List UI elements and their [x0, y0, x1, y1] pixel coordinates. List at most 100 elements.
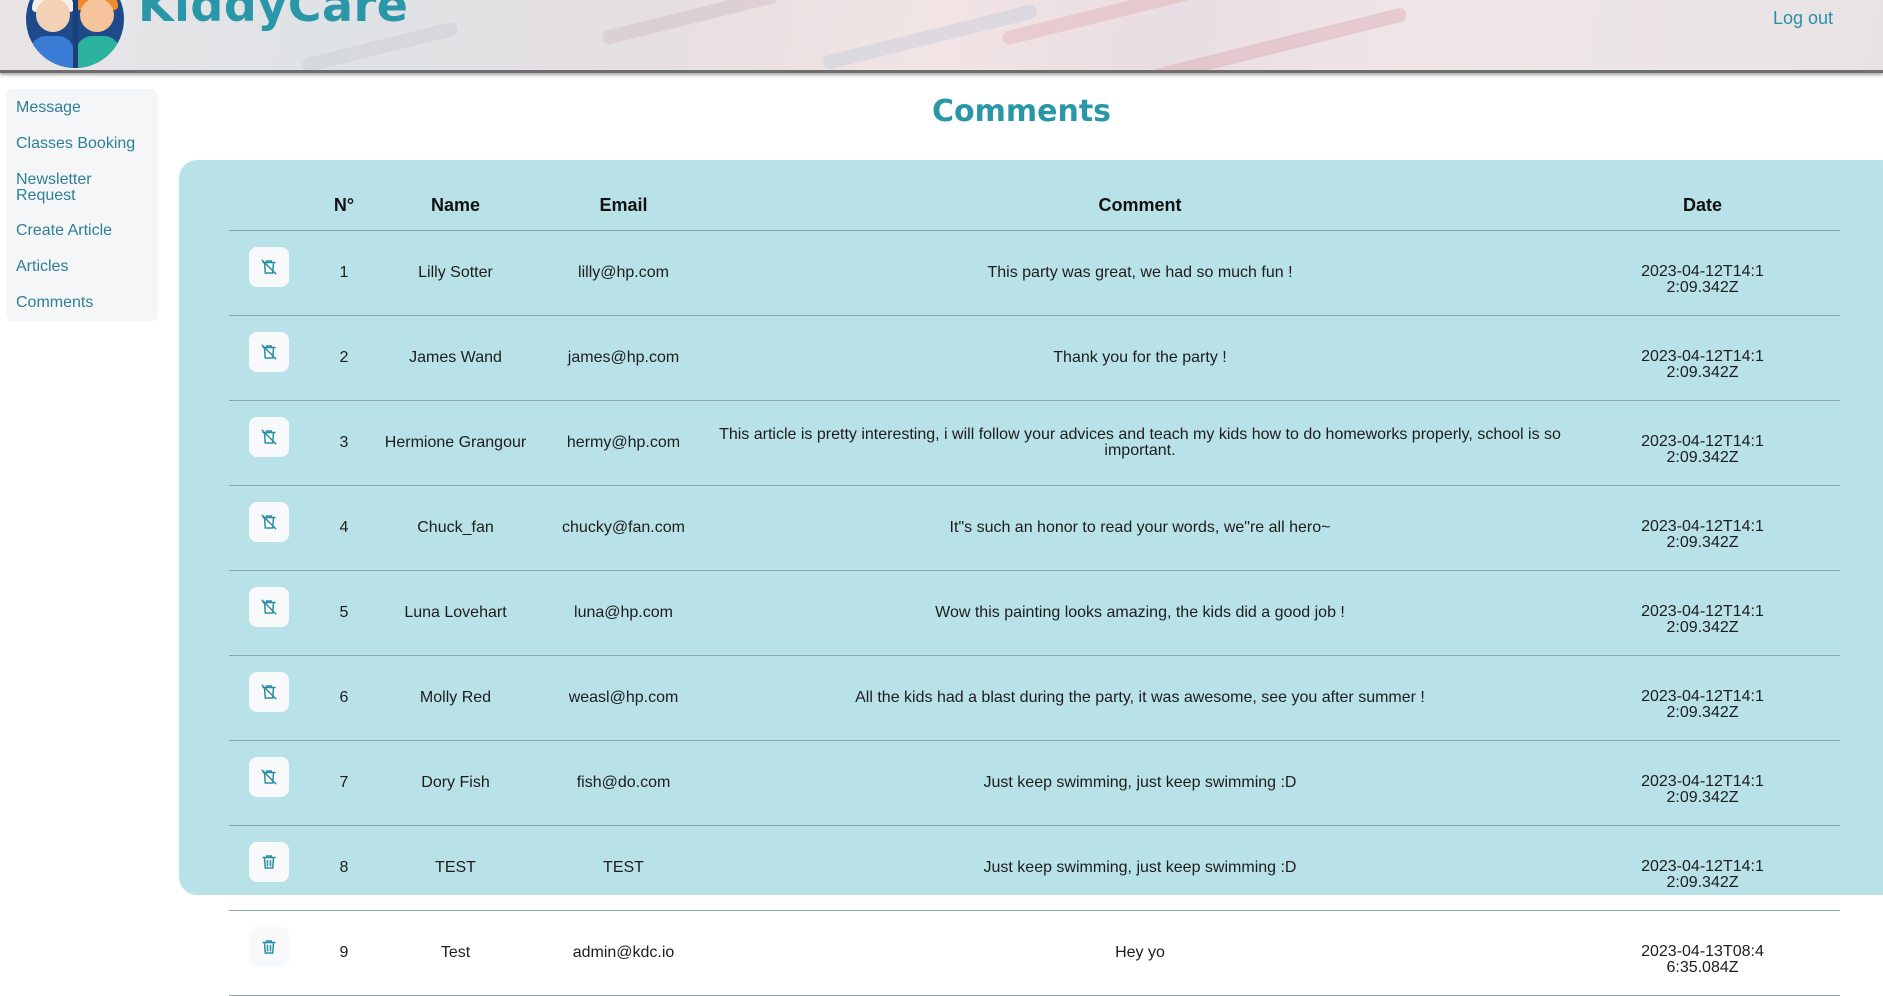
- comments-card: N° Name Email Comment Date 1 Lilly Sotter…: [179, 160, 1883, 996]
- row-number: 9: [309, 910, 379, 996]
- row-comment: Wow this painting looks amazing, the kid…: [715, 570, 1565, 656]
- row-comment: Just keep swimming, just keep swimming :…: [715, 740, 1565, 826]
- table-row: 9 Test admin@kdc.io Hey yo 2023-04-13T08:46:…: [229, 910, 1840, 996]
- column-header-name: Name: [379, 181, 532, 231]
- delete-forbidden-icon: [260, 683, 278, 701]
- logout-link[interactable]: Log out: [1773, 8, 1833, 29]
- row-date: 2023-04-12T14:12:09.342Z: [1565, 400, 1840, 486]
- row-number: 5: [309, 570, 379, 656]
- delete-comment-button[interactable]: [249, 927, 289, 967]
- row-date: 2023-04-13T08:46:35.084Z: [1565, 910, 1840, 996]
- delete-comment-button[interactable]: [249, 842, 289, 882]
- row-email: admin@kdc.io: [532, 910, 715, 996]
- table-row: 8 TEST TEST Just keep swimming, just keep s…: [229, 825, 1840, 911]
- row-comment: This article is pretty interesting, i wi…: [715, 400, 1565, 486]
- row-comment: Just keep swimming, just keep swimming :…: [715, 825, 1565, 911]
- page-title: Comments: [931, 94, 1112, 129]
- row-name: James Wand: [379, 315, 532, 401]
- row-comment: This party was great, we had so much fun…: [715, 230, 1565, 316]
- row-date: 2023-04-12T14:12:09.342Z: [1565, 740, 1840, 826]
- trash-icon: [260, 938, 278, 956]
- row-date: 2023-04-12T14:12:09.342Z: [1565, 230, 1840, 316]
- row-date: 2023-04-12T14:12:09.342Z: [1565, 825, 1840, 911]
- sidebar-item-create-article[interactable]: Create Article: [6, 223, 122, 239]
- sidebar-item-message[interactable]: Message: [6, 100, 91, 116]
- column-header-email: Email: [532, 181, 715, 231]
- delete-comment-button[interactable]: [249, 757, 289, 797]
- banner-decoration: [600, 0, 780, 46]
- table-row: 4 Chuck_fan chucky@fan.com It"s such an hon…: [229, 485, 1840, 571]
- sidebar: Message Classes Booking Newsletter Reque…: [6, 89, 158, 321]
- row-email: TEST: [532, 825, 715, 911]
- delete-comment-button[interactable]: [249, 247, 289, 287]
- row-action-cell: [229, 570, 309, 656]
- delete-comment-button[interactable]: [249, 672, 289, 712]
- delete-forbidden-icon: [260, 768, 278, 786]
- row-date: 2023-04-12T14:12:09.342Z: [1565, 485, 1840, 571]
- row-number: 1: [309, 230, 379, 316]
- column-header-date: Date: [1565, 181, 1840, 231]
- table-row: 3 Hermione Grangour hermy@hp.com This artic…: [229, 400, 1840, 486]
- row-date: 2023-04-12T14:12:09.342Z: [1565, 570, 1840, 656]
- row-email: chucky@fan.com: [532, 485, 715, 571]
- row-action-cell: [229, 485, 309, 571]
- row-number: 3: [309, 400, 379, 486]
- column-header-number: N°: [309, 181, 379, 231]
- row-action-cell: [229, 400, 309, 486]
- row-action-cell: [229, 230, 309, 316]
- trash-icon: [260, 853, 278, 871]
- row-date: 2023-04-12T14:12:09.342Z: [1565, 655, 1840, 741]
- row-name: Chuck_fan: [379, 485, 532, 571]
- header-banner: KiddyCare Log out: [0, 0, 1883, 73]
- row-action-cell: [229, 740, 309, 826]
- row-comment: All the kids had a blast during the part…: [715, 655, 1565, 741]
- row-comment: It"s such an honor to read your words, w…: [715, 485, 1565, 571]
- row-number: 7: [309, 740, 379, 826]
- row-name: TEST: [379, 825, 532, 911]
- table-header-row: N° Name Email Comment Date: [229, 181, 1840, 231]
- row-email: fish@do.com: [532, 740, 715, 826]
- sidebar-item-comments[interactable]: Comments: [6, 295, 103, 311]
- row-email: james@hp.com: [532, 315, 715, 401]
- row-number: 4: [309, 485, 379, 571]
- row-comment: Thank you for the party !: [715, 315, 1565, 401]
- row-email: hermy@hp.com: [532, 400, 715, 486]
- delete-forbidden-icon: [260, 428, 278, 446]
- row-email: luna@hp.com: [532, 570, 715, 656]
- table-row: 1 Lilly Sotter lilly@hp.com This party was …: [229, 230, 1840, 316]
- sidebar-item-newsletter-request[interactable]: Newsletter Request: [6, 172, 136, 204]
- sidebar-item-articles[interactable]: Articles: [6, 259, 78, 275]
- comments-table: N° Name Email Comment Date 1 Lilly Sotter…: [229, 181, 1840, 996]
- banner-decoration: [1152, 6, 1408, 70]
- delete-forbidden-icon: [260, 343, 278, 361]
- row-action-cell: [229, 825, 309, 911]
- row-comment: Hey yo: [715, 910, 1565, 996]
- row-name: Dory Fish: [379, 740, 532, 826]
- brand-name: KiddyCare: [138, 0, 409, 32]
- delete-comment-button[interactable]: [249, 587, 289, 627]
- column-header-comment: Comment: [715, 181, 1565, 231]
- table-row: 7 Dory Fish fish@do.com Just keep swimming,…: [229, 740, 1840, 826]
- table-row: 6 Molly Red weasl@hp.com All the kids had a…: [229, 655, 1840, 741]
- delete-forbidden-icon: [260, 513, 278, 531]
- row-date: 2023-04-12T14:12:09.342Z: [1565, 315, 1840, 401]
- delete-comment-button[interactable]: [249, 417, 289, 457]
- row-name: Luna Lovehart: [379, 570, 532, 656]
- delete-forbidden-icon: [260, 598, 278, 616]
- delete-comment-button[interactable]: [249, 502, 289, 542]
- row-action-cell: [229, 315, 309, 401]
- logo[interactable]: [26, 0, 124, 68]
- row-action-cell: [229, 655, 309, 741]
- row-number: 6: [309, 655, 379, 741]
- table-row: 5 Luna Lovehart luna@hp.com Wow this painti…: [229, 570, 1840, 656]
- row-number: 8: [309, 825, 379, 911]
- row-name: Test: [379, 910, 532, 996]
- row-name: Lilly Sotter: [379, 230, 532, 316]
- sidebar-item-classes-booking[interactable]: Classes Booking: [6, 136, 145, 152]
- table-row: 2 James Wand james@hp.com Thank you for the…: [229, 315, 1840, 401]
- row-name: Molly Red: [379, 655, 532, 741]
- delete-comment-button[interactable]: [249, 332, 289, 372]
- delete-forbidden-icon: [260, 258, 278, 276]
- column-header-actions: [229, 181, 309, 231]
- row-email: weasl@hp.com: [532, 655, 715, 741]
